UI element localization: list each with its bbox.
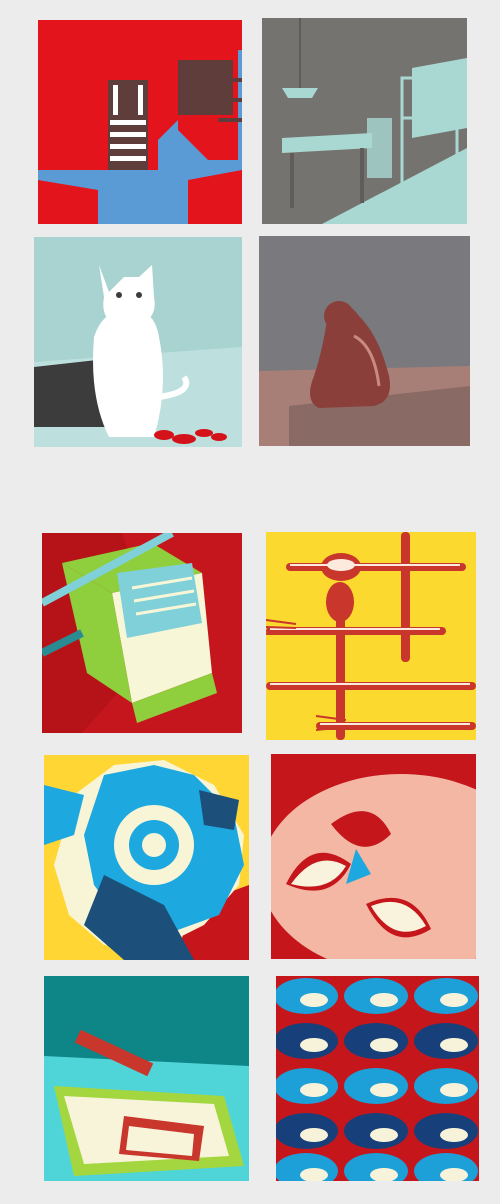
cutlery-illustration	[266, 532, 476, 740]
figure-illustration	[259, 236, 470, 446]
artwork-cutlery[interactable]	[266, 532, 476, 740]
artwork-seated-figure[interactable]	[259, 236, 470, 446]
artwork-brush-and-dustpan[interactable]	[44, 976, 249, 1181]
fruit-illustration	[271, 754, 476, 959]
artwork-stairs[interactable]	[38, 20, 242, 224]
artwork-gear[interactable]	[44, 755, 249, 960]
stairs-illustration	[38, 20, 242, 224]
artwork-computer-mice[interactable]	[276, 976, 479, 1181]
cat-illustration	[34, 237, 242, 447]
artwork-cat[interactable]	[34, 237, 242, 447]
mop-bucket-illustration	[42, 533, 242, 733]
artwork-halved-fruit[interactable]	[271, 754, 476, 959]
mice-illustration	[276, 976, 479, 1181]
gear-illustration	[44, 755, 249, 960]
kitchen-illustration	[262, 18, 467, 224]
artwork-kitchen-table[interactable]	[262, 18, 467, 224]
artwork-mop-bucket[interactable]	[42, 533, 242, 733]
dustpan-illustration	[44, 976, 249, 1181]
